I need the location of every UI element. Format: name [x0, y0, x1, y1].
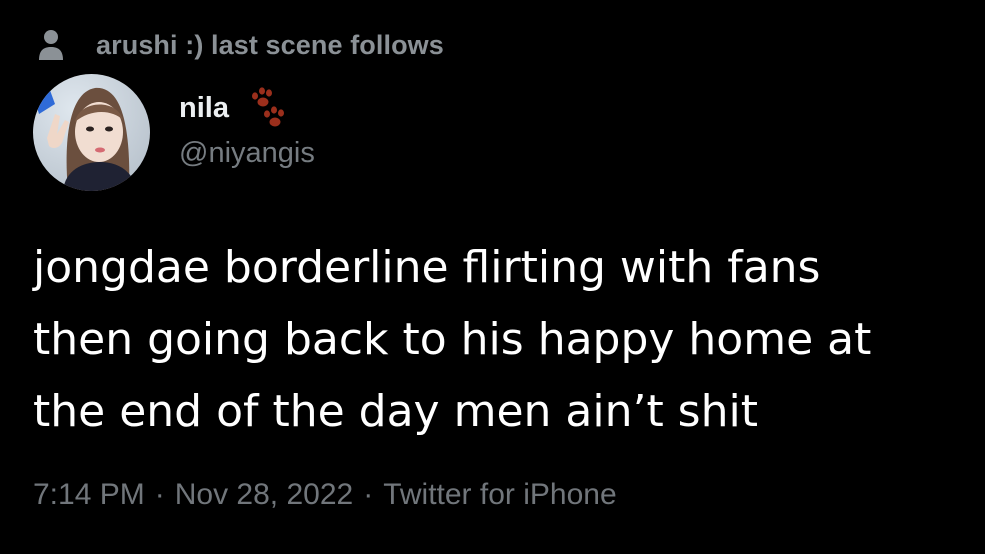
display-name[interactable]: nila: [179, 92, 229, 125]
avatar[interactable]: [33, 74, 150, 191]
paw-prints-icon: [247, 86, 287, 130]
tweet-text: jongdae borderline flirting with fans th…: [33, 232, 978, 448]
tweet-text-line: jongdae borderline flirting with fans: [33, 242, 821, 293]
tweet-text-line: then going back to his happy home at: [33, 314, 872, 365]
person-icon: [36, 28, 66, 62]
tweet-source[interactable]: Twitter for iPhone: [383, 478, 616, 511]
tweet-text-line: the end of the day men ain’t shit: [33, 386, 758, 437]
display-name-row[interactable]: nila: [179, 84, 287, 132]
meta-separator: ·: [154, 478, 165, 511]
social-context-text: arushi :) last scene follows: [96, 29, 444, 60]
tweet-time[interactable]: 7:14 PM: [33, 478, 145, 511]
tweet-date[interactable]: Nov 28, 2022: [175, 478, 353, 511]
tweet-meta: 7:14 PM · Nov 28, 2022 · Twitter for iPhone: [33, 478, 617, 512]
social-context[interactable]: arushi :) last scene follows: [36, 27, 444, 63]
user-handle[interactable]: @niyangis: [179, 137, 315, 170]
meta-separator: ·: [363, 478, 374, 511]
